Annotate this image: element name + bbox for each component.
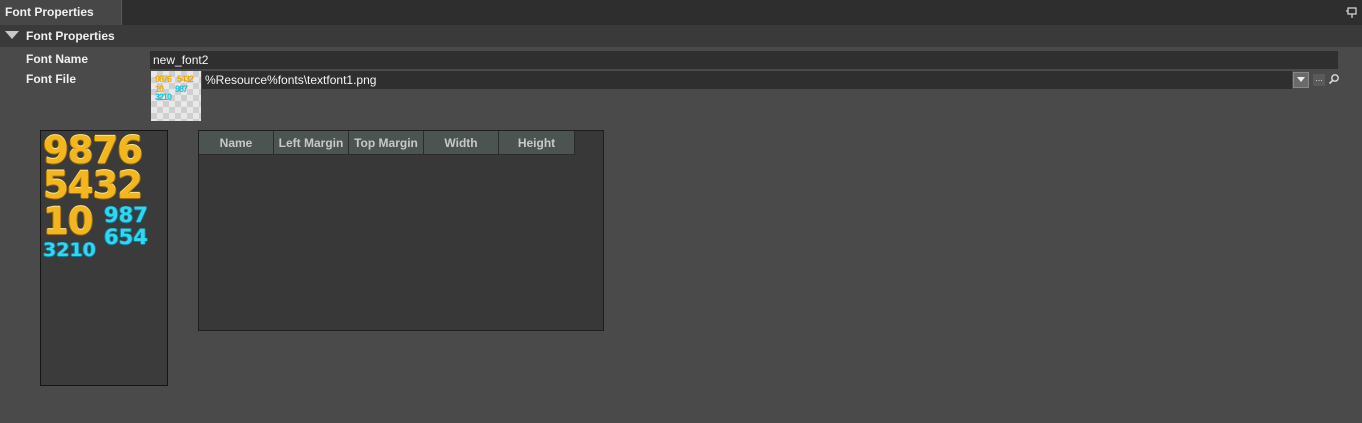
font-name-input[interactable]: [150, 51, 1338, 69]
preview-row: 654: [104, 225, 148, 249]
collapse-triangle-icon[interactable]: [5, 31, 19, 39]
pin-icon[interactable]: [1346, 6, 1358, 18]
browse-button[interactable]: ...: [1313, 74, 1325, 86]
dropdown-arrow-button[interactable]: [1293, 72, 1309, 88]
preview-row: 10: [43, 200, 93, 243]
column-header-width[interactable]: Width: [424, 131, 499, 155]
column-header-left-margin[interactable]: Left Margin: [274, 131, 349, 155]
tab-font-properties[interactable]: Font Properties: [0, 0, 122, 25]
preview-row: 987: [104, 203, 148, 227]
font-name-label: Font Name: [26, 52, 89, 66]
tab-bar: Font Properties: [0, 0, 1362, 25]
column-header-name[interactable]: Name: [199, 131, 274, 155]
column-header-height[interactable]: Height: [499, 131, 575, 155]
font-file-label: Font File: [26, 72, 76, 86]
preview-row: 3210: [43, 239, 96, 261]
section-title: Font Properties: [26, 29, 115, 43]
glyph-table[interactable]: Name Left Margin Top Margin Width Height: [198, 130, 604, 331]
column-header-top-margin[interactable]: Top Margin: [349, 131, 424, 155]
search-icon[interactable]: [1328, 73, 1340, 85]
section-header[interactable]: Font Properties: [0, 25, 1362, 47]
font-preview: 9876 5432 10 987 654 3210: [40, 130, 168, 386]
font-file-thumbnail: 9876 5432 10 987 3210: [151, 71, 201, 121]
font-file-path[interactable]: %Resource%fonts\textfont1.png: [202, 71, 1292, 89]
